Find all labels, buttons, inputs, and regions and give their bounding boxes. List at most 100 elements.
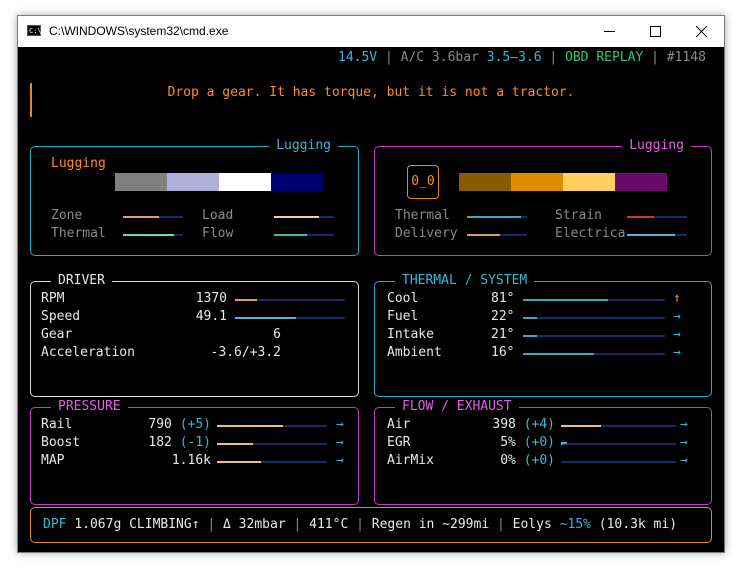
window-title: C:\WINDOWS\system32\cmd.exe (49, 24, 229, 38)
indicator-bar (274, 234, 334, 236)
value-text: 182 (148, 435, 172, 450)
trend-arrow-icon: → (680, 453, 688, 468)
dpf-delta: Δ 32mbar (223, 517, 286, 532)
level-bar-fill (467, 234, 500, 236)
value-text: 0% (500, 453, 516, 468)
indicator-bar (274, 216, 334, 218)
terminal-content[interactable]: 14.5V | A/C 3.6bar 3.5–3.6 | OBD REPLAY … (18, 47, 724, 552)
thermal-label: Fuel (387, 309, 419, 324)
pressure-label: MAP (41, 453, 65, 468)
trend-arrow-icon: → (680, 435, 688, 450)
indicator-bar (627, 234, 687, 236)
panel-title: THERMAL / SYSTEM (395, 272, 535, 289)
indicator-label: Load (202, 208, 234, 223)
level-bar-fill (235, 299, 257, 301)
lugging-panel-right: Lugging 0_0 Thermal Strain Delivery Electri… (374, 137, 712, 256)
trend-arrow-icon: → (336, 453, 344, 468)
delta-text: (+4) (523, 417, 555, 432)
pressure-panel: PRESSURE Rail 790 (+5) → Boost 182 (-1) → MAP 1… (30, 398, 359, 505)
flow-bar (561, 425, 676, 427)
driver-value: 6 (273, 327, 281, 342)
driver-bar (235, 317, 345, 319)
driver-value: 1370 (195, 291, 227, 306)
panel-title: FLOW / EXHAUST (395, 398, 519, 415)
thermal-label: Cool (387, 291, 419, 306)
thermal-bar (523, 317, 665, 319)
level-bar-fill (467, 216, 521, 218)
title-bar[interactable]: C:\ C:\WINDOWS\system32\cmd.exe (18, 16, 724, 47)
trend-arrow-icon: → (673, 309, 681, 324)
level-bar-fill (274, 216, 319, 218)
trend-arrow-icon: → (680, 417, 688, 432)
level-bar-fill (235, 317, 296, 319)
close-button[interactable] (678, 16, 724, 47)
panel-title: Lugging (269, 137, 338, 154)
level-bar-fill (627, 234, 675, 236)
flow-panel: FLOW / EXHAUST Air 398 (+4) → EGR 5% (+0) → Ai… (374, 398, 712, 505)
maximize-button[interactable] (632, 16, 678, 47)
level-bar-fill (217, 443, 253, 445)
pressure-value: 1.16k (71, 452, 211, 470)
flow-value: 5% (+0) (415, 434, 555, 452)
voltage: 14.5V (338, 50, 378, 65)
minimize-icon (604, 31, 615, 32)
level-bar-fill (274, 234, 307, 236)
eolys-label: Eolys (512, 517, 552, 532)
flow-bar (561, 443, 676, 445)
eolys-remaining: (10.3k mi) (598, 517, 678, 532)
flow-bar (561, 461, 676, 463)
face-indicator: 0_0 (407, 165, 439, 199)
delta-text: (+5) (179, 417, 211, 432)
color-swatch (271, 173, 323, 191)
panel-title: DRIVER (51, 272, 112, 289)
thermal-value: 81° (491, 291, 515, 306)
pressure-value: 790 (+5) (71, 416, 211, 434)
color-swatch (459, 173, 511, 191)
status-line: 14.5V | A/C 3.6bar 3.5–3.6 | OBD REPLAY … (338, 50, 706, 65)
color-swatch (563, 173, 615, 191)
minimize-button[interactable] (586, 16, 632, 47)
thermal-value: 21° (491, 327, 515, 342)
level-bar-fill (523, 335, 537, 337)
dpf-value: 1.067g CLIMBING↑ (74, 517, 200, 532)
value-text: 1.16k (171, 453, 211, 468)
dpf-status-line: DPF 1.067g CLIMBING↑ | Δ 32mbar | 411°C … (43, 517, 678, 532)
cmd-icon: C:\ (27, 25, 42, 36)
level-bar-fill (561, 425, 601, 427)
driver-value: 49.1 (195, 309, 227, 324)
panel-title: Lugging (622, 137, 691, 154)
value-text: 790 (148, 417, 172, 432)
level-bar-fill (123, 216, 159, 218)
eolys-percent: ~15% (559, 517, 591, 532)
trend-arrow-icon: → (336, 417, 344, 432)
level-bar-fill (217, 425, 283, 427)
terminal-window: C:\ C:\WINDOWS\system32\cmd.exe 14.5V | … (17, 15, 725, 553)
level-bar-fill (217, 461, 261, 463)
color-swatches (459, 173, 669, 191)
color-swatch (219, 173, 271, 191)
pressure-value: 182 (-1) (71, 434, 211, 452)
pressure-bar (217, 443, 327, 445)
indicator-bar (467, 216, 527, 218)
dpf-temp: 411°C (309, 517, 349, 532)
indicator-label: Flow (202, 226, 234, 241)
lugging-label: Lugging (51, 156, 106, 171)
color-swatch (167, 173, 219, 191)
indicator-bar (627, 216, 687, 218)
panel-title: PRESSURE (51, 398, 128, 415)
regen-eta: Regen in ~299mi (371, 517, 490, 532)
pressure-label: Rail (41, 417, 73, 432)
thermal-bar (523, 353, 665, 355)
lugging-panel-left: Lugging Lugging Zone Load Thermal Flow (30, 137, 359, 256)
driver-label: Speed (41, 309, 81, 324)
level-bar-fill (523, 299, 608, 301)
thermal-bar (523, 299, 665, 301)
level-bar-fill (627, 216, 654, 218)
dpf-footer: DPF 1.067g CLIMBING↑ | Δ 32mbar | 411°C … (30, 507, 712, 543)
level-tick (561, 442, 567, 444)
color-swatch (115, 173, 167, 191)
indicator-label: Electrica (555, 226, 626, 241)
thermal-label: Intake (387, 327, 434, 342)
indicator-bar (123, 216, 183, 218)
flow-label: Air (387, 417, 411, 432)
